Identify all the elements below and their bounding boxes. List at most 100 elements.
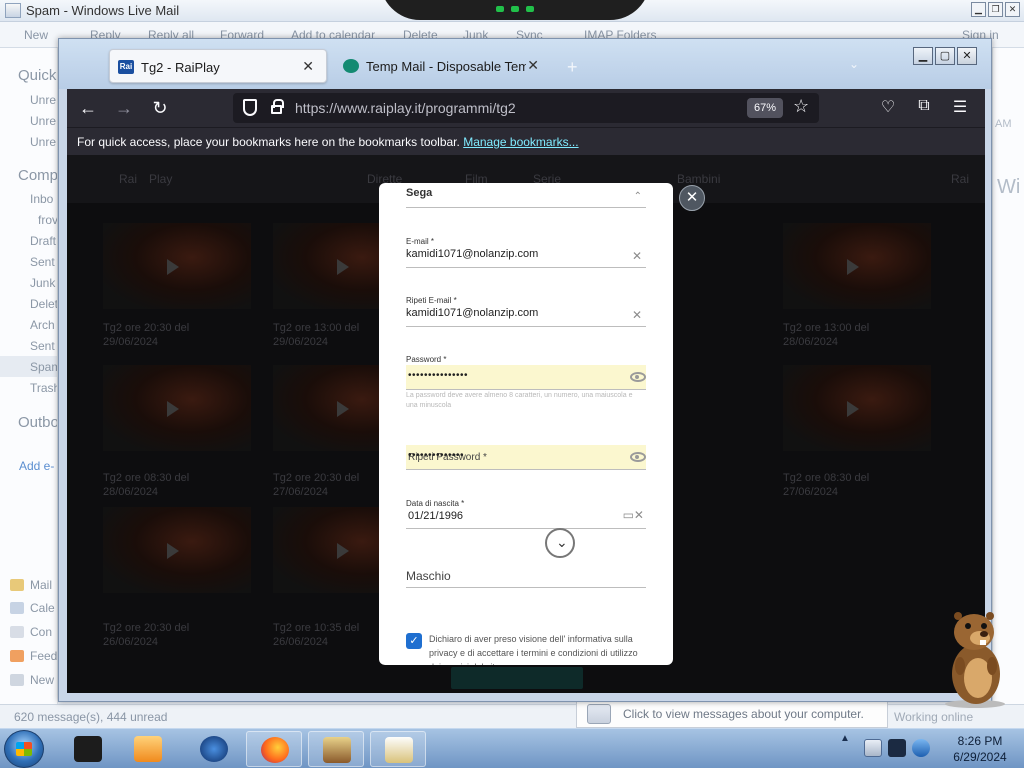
new-tab-icon[interactable]: + <box>567 57 578 78</box>
close-tab-icon[interactable]: ✕ <box>302 58 314 75</box>
live-messenger-icon[interactable] <box>912 739 930 757</box>
video-caption[interactable]: Tg2 ore 08:30 del 28/06/2024 <box>103 471 189 499</box>
action-center-tray-icon[interactable] <box>864 739 882 757</box>
folder-trash[interactable]: Trash <box>30 381 57 395</box>
folder-junk[interactable]: Junk <box>30 276 55 290</box>
privacy-consent-checkbox[interactable]: ✓ <box>406 633 422 649</box>
folder-unread-3[interactable]: Unre <box>30 135 56 149</box>
folder-deleted[interactable]: Delet <box>30 297 57 311</box>
folder-outbox[interactable]: Outbo <box>18 414 57 431</box>
nav-calendar[interactable]: Cale <box>10 601 55 615</box>
birth-date-field[interactable]: Data di nascita * 01/21/1996 ▭✕ <box>406 499 646 533</box>
nav-mail[interactable]: Mail <box>10 578 52 592</box>
nav-bambini[interactable]: Bambini <box>677 172 720 186</box>
repeat-email-input[interactable]: kamidi1071@nolanzip.com <box>406 307 538 319</box>
tab-temp-mail[interactable]: Temp Mail - Disposable Tempo ✕ <box>335 49 551 83</box>
repeat-password-field[interactable]: Ripeti Password * •••••••••••••• <box>406 445 646 471</box>
nav-newsgroups[interactable]: New <box>10 673 54 687</box>
folder-drafts[interactable]: Draft <box>30 234 56 248</box>
close-modal-icon[interactable]: ✕ <box>679 185 705 211</box>
folder-spam[interactable]: Spam <box>30 360 57 374</box>
close-icon[interactable]: ✕ <box>957 47 977 65</box>
zoom-level-button[interactable]: 67% <box>747 98 783 118</box>
video-thumbnail[interactable] <box>783 223 931 309</box>
minimize-icon[interactable]: ▁ <box>913 47 933 65</box>
nav-feeds[interactable]: Feed <box>10 649 57 663</box>
register-submit-button[interactable] <box>451 667 583 689</box>
start-button[interactable] <box>4 730 44 768</box>
minimize-icon[interactable]: ▁ <box>971 2 986 17</box>
nav-contacts[interactable]: Con <box>10 625 52 639</box>
maximize-icon[interactable]: ▢ <box>935 47 955 65</box>
action-center-notification[interactable]: Click to view messages about your comput… <box>576 698 888 728</box>
repeat-password-input[interactable]: Ripeti Password * •••••••••••••• <box>406 445 646 469</box>
taskbar-app-media[interactable] <box>120 731 176 767</box>
address-bar[interactable]: https://www.raiplay.it/programmi/tg2 67%… <box>233 93 819 123</box>
repeat-email-field[interactable]: Ripeti E-mail * kamidi1071@nolanzip.com … <box>406 296 646 330</box>
video-caption[interactable]: Tg2 ore 08:30 del 27/06/2024 <box>783 471 869 499</box>
eye-icon[interactable] <box>630 372 646 382</box>
video-caption[interactable]: Tg2 ore 20:30 del 26/06/2024 <box>103 621 189 649</box>
taskbar-windows-live-mail[interactable] <box>370 731 426 767</box>
gender-select[interactable]: Maschio <box>406 567 646 589</box>
taskbar-app-globe[interactable] <box>186 731 242 767</box>
quick-views-header[interactable]: Quick <box>18 67 56 84</box>
show-hidden-icons-icon[interactable]: ▲ <box>840 733 850 744</box>
ribbon-new-button[interactable]: New <box>24 28 48 42</box>
password-input[interactable]: ••••••••••••••• <box>406 365 646 389</box>
folder-archive[interactable]: Arch <box>30 318 55 332</box>
clear-icon[interactable]: ✕ <box>632 249 642 263</box>
clear-icon[interactable]: ✕ <box>632 308 642 322</box>
email-input[interactable]: kamidi1071@nolanzip.com <box>406 248 538 260</box>
list-all-tabs-icon[interactable]: ⌄ <box>849 57 859 71</box>
reload-icon[interactable]: ↻ <box>149 97 171 119</box>
close-icon[interactable]: ✕ <box>1005 2 1020 17</box>
nav-account[interactable]: Rai <box>951 172 969 186</box>
video-thumbnail[interactable] <box>103 223 251 309</box>
raiplay-logo[interactable]: Rai <box>119 172 137 186</box>
account-header[interactable]: Comp <box>18 167 57 184</box>
video-caption[interactable]: Tg2 ore 13:00 del 28/06/2024 <box>783 321 869 349</box>
pocket-icon[interactable]: ♡ <box>877 97 899 117</box>
folder-sent[interactable]: Sent <box>30 255 55 269</box>
folder-unread-1[interactable]: Unre <box>30 93 56 107</box>
video-thumbnail[interactable] <box>783 365 931 451</box>
network-icon[interactable] <box>888 739 906 757</box>
video-thumbnail[interactable] <box>103 365 251 451</box>
password-field[interactable]: Password * ••••••••••••••• La password d… <box>406 355 646 415</box>
tab-raiplay[interactable]: Rai Tg2 - RaiPlay ✕ <box>109 49 327 83</box>
restore-icon[interactable]: ❐ <box>988 2 1003 17</box>
top-select-field[interactable]: Sega ⌃ <box>406 187 646 211</box>
url-text[interactable]: https://www.raiplay.it/programmi/tg2 <box>295 100 516 116</box>
beaver-mascot-icon[interactable] <box>940 604 1010 708</box>
eye-icon[interactable] <box>630 452 646 462</box>
video-caption[interactable]: Tg2 ore 13:00 del 29/06/2024 <box>273 321 359 349</box>
extensions-icon[interactable]: ⧉ <box>913 97 935 115</box>
calendar-icon[interactable]: ▭✕ <box>623 508 644 522</box>
taskbar-beaver-app[interactable] <box>308 731 364 767</box>
back-arrow-icon[interactable]: ← <box>77 97 99 119</box>
video-thumbnail[interactable] <box>103 507 251 593</box>
folder-inbox[interactable]: Inbo <box>30 192 53 206</box>
system-clock[interactable]: 8:26 PM 6/29/2024 <box>940 733 1020 765</box>
video-caption[interactable]: Tg2 ore 10:35 del 26/06/2024 <box>273 621 359 649</box>
birth-date-input[interactable]: 01/21/1996 <box>408 510 463 522</box>
tracking-protection-shield-icon[interactable] <box>243 99 257 116</box>
manage-bookmarks-link[interactable]: Manage bookmarks... <box>463 135 578 149</box>
folder-unread-2[interactable]: Unre <box>30 114 56 128</box>
add-email-account-link[interactable]: Add e- <box>19 459 54 473</box>
taskbar-app-1[interactable] <box>60 731 116 767</box>
hamburger-menu-icon[interactable]: ☰ <box>949 97 971 117</box>
video-caption[interactable]: Tg2 ore 20:30 del 29/06/2024 <box>103 321 189 349</box>
video-caption[interactable]: Tg2 ore 20:30 del 27/06/2024 <box>273 471 359 499</box>
folder-subfolder[interactable]: frov <box>38 213 57 227</box>
taskbar-firefox[interactable] <box>246 731 302 767</box>
email-field[interactable]: E-mail * kamidi1071@nolanzip.com ✕ <box>406 237 646 271</box>
forward-arrow-icon[interactable]: → <box>113 97 135 119</box>
bookmark-star-icon[interactable]: ☆ <box>793 96 809 117</box>
camera-notch <box>380 0 650 20</box>
padlock-icon[interactable] <box>271 99 284 114</box>
folder-sent-2[interactable]: Sent <box>30 339 55 353</box>
close-tab-icon[interactable]: ✕ <box>527 57 539 74</box>
chevron-up-icon[interactable]: ⌃ <box>634 191 642 202</box>
